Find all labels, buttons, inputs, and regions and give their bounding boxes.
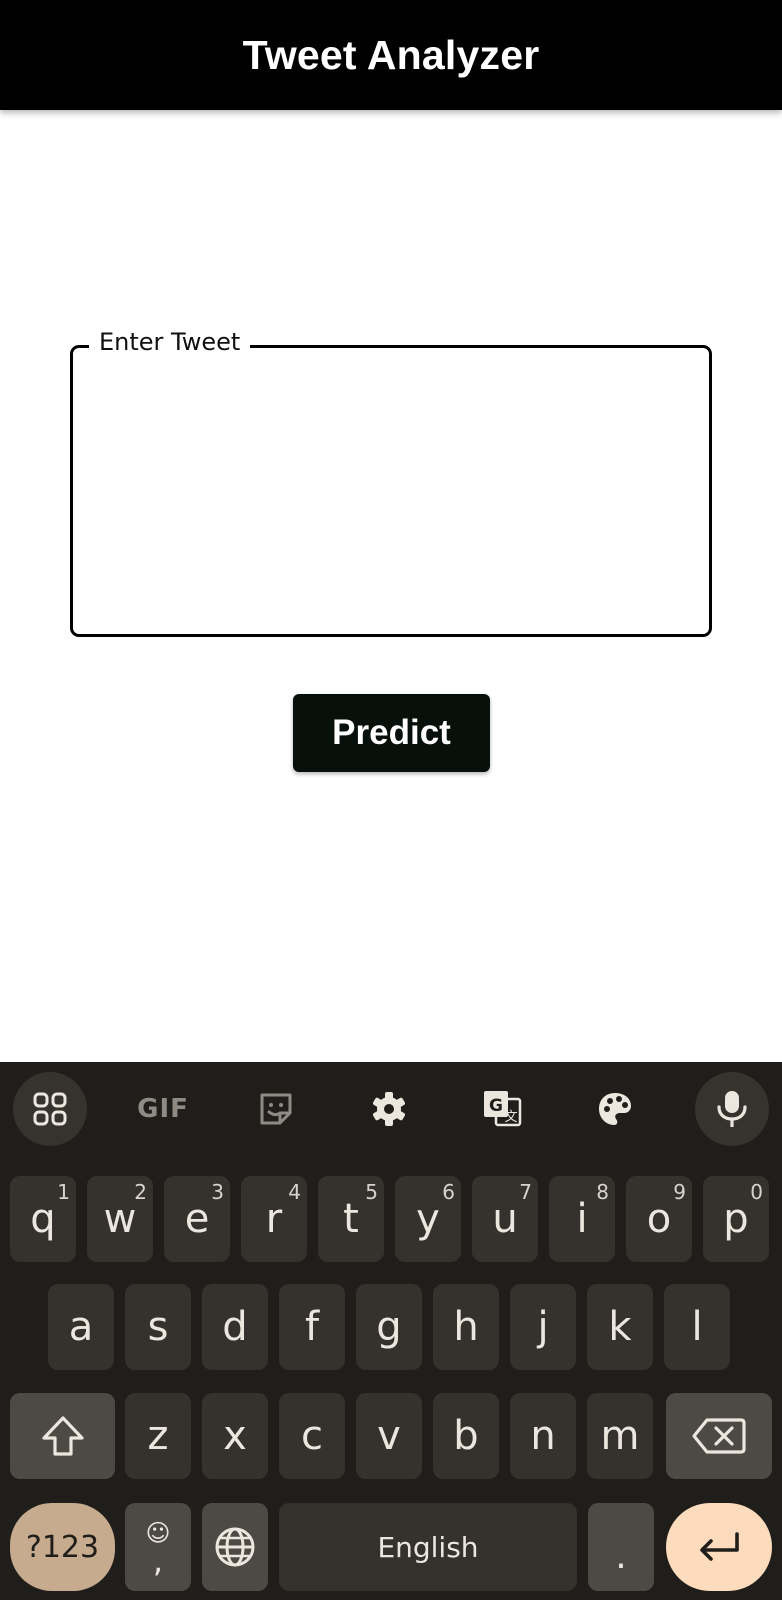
language-key[interactable] [202,1503,268,1591]
palette-icon[interactable] [578,1072,652,1146]
key-w[interactable]: 2w [87,1176,153,1262]
backspace-icon [692,1418,746,1454]
key-c[interactable]: c [279,1393,345,1479]
globe-icon [215,1527,255,1567]
key-a[interactable]: a [48,1284,114,1370]
gif-icon[interactable]: GIF [126,1072,200,1146]
tweet-field-label: Enter Tweet [89,328,251,356]
mic-icon[interactable] [695,1072,769,1146]
key-u[interactable]: 7u [472,1176,538,1262]
enter-key[interactable] [666,1503,772,1591]
backspace-key[interactable] [666,1393,772,1479]
predict-button[interactable]: Predict [293,694,490,772]
key-x[interactable]: x [202,1393,268,1479]
key-q[interactable]: 1q [10,1176,76,1262]
key-v[interactable]: v [356,1393,422,1479]
key-m[interactable]: m [587,1393,653,1479]
key-e[interactable]: 3e [164,1176,230,1262]
shift-icon [41,1416,84,1456]
key-d[interactable]: d [202,1284,268,1370]
key-y[interactable]: 6y [395,1176,461,1262]
app-bar: Tweet Analyzer [0,0,782,110]
key-b[interactable]: b [433,1393,499,1479]
key-g[interactable]: g [356,1284,422,1370]
svg-text:文: 文 [504,1110,517,1125]
shift-key[interactable] [10,1393,115,1479]
symbols-key[interactable]: ?123 [10,1503,115,1591]
key-i[interactable]: 8i [549,1176,615,1262]
settings-icon[interactable] [352,1072,426,1146]
period-key[interactable]: . [588,1503,654,1591]
enter-icon [700,1532,739,1561]
svg-text:G: G [489,1096,503,1116]
key-n[interactable]: n [510,1393,576,1479]
sticker-icon[interactable] [239,1072,313,1146]
key-j[interactable]: j [510,1284,576,1370]
key-z[interactable]: z [125,1393,191,1479]
key-o[interactable]: 9o [626,1176,692,1262]
key-k[interactable]: k [587,1284,653,1370]
key-p[interactable]: 0p [703,1176,769,1262]
tweet-input[interactable] [87,366,695,620]
gif-label: GIF [137,1094,189,1124]
apps-icon[interactable] [13,1072,87,1146]
key-r[interactable]: 4r [241,1176,307,1262]
key-f[interactable]: f [279,1284,345,1370]
key-s[interactable]: s [125,1284,191,1370]
emoji-comma-key[interactable]: ☺ , [125,1503,191,1591]
key-l[interactable]: l [664,1284,730,1370]
translate-icon[interactable]: G 文 [465,1072,539,1146]
space-key[interactable]: English [279,1503,577,1591]
key-h[interactable]: h [433,1284,499,1370]
soft-keyboard: GIF G 文 1 q 2 w 3 e 4 r 5 t 6 y 7 u 8 i … [0,1062,782,1600]
key-t[interactable]: 5t [318,1176,384,1262]
tweet-field[interactable]: Enter Tweet [70,328,712,637]
app-title: Tweet Analyzer [242,31,540,78]
